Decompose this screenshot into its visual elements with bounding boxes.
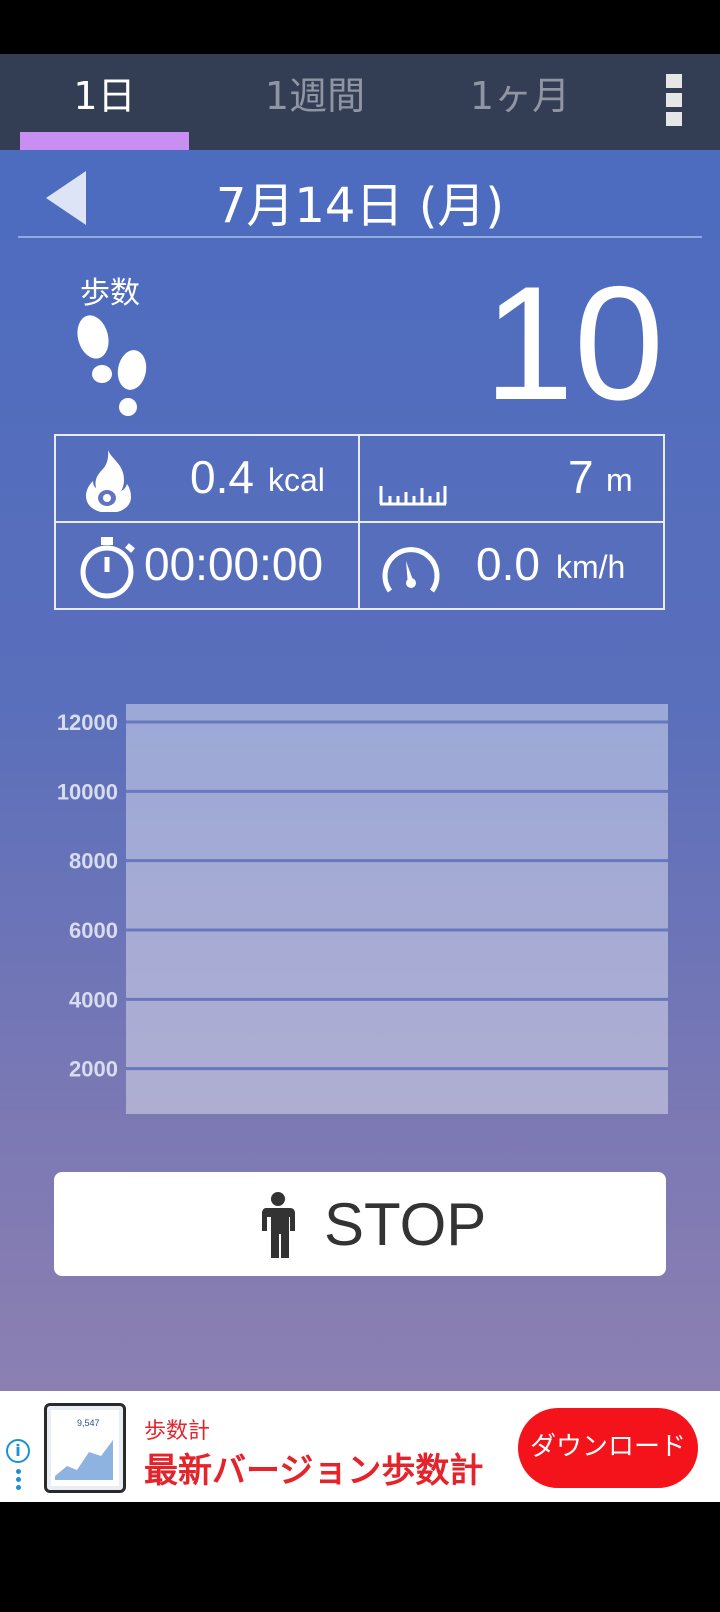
stop-button-label: STOP: [324, 1191, 487, 1258]
calories-value: 0.4: [190, 451, 254, 503]
ad-title: 最新バージョン歩数計: [144, 1451, 484, 1491]
y-tick-label: 6000: [69, 918, 118, 943]
calories-unit: kcal: [268, 462, 325, 498]
ad-app-thumbnail: 9,547: [44, 1403, 126, 1493]
y-tick-label: 8000: [69, 849, 118, 874]
step-count: 10: [483, 253, 664, 434]
ad-info-icon[interactable]: i: [6, 1439, 30, 1463]
overflow-menu-icon[interactable]: [660, 74, 688, 130]
y-tick-label: 4000: [69, 987, 118, 1012]
time-cell: 00:00:00: [56, 523, 360, 610]
tab-month[interactable]: 1ヶ月: [420, 54, 620, 150]
date-header: 7月14日 (月): [0, 154, 720, 244]
speedometer-icon: [382, 547, 440, 593]
chart-plot-area: [126, 704, 668, 1114]
footprints-icon: [77, 315, 147, 416]
distance-value: 7: [568, 451, 594, 503]
elapsed-time: 00:00:00: [144, 538, 324, 590]
flame-icon: [86, 450, 131, 512]
ad-thumbnail-chart: 9,547: [51, 1410, 119, 1486]
hourly-steps-chart: 1200010000800060004000200024681012141618…: [57, 704, 668, 1114]
distance-unit: m: [606, 462, 633, 498]
date-label: 7月14日 (月): [215, 178, 505, 234]
calories-cell: 0.4 kcal: [56, 436, 360, 523]
ad-banner[interactable]: i 9,547 歩数計 最新バージョン歩数計 ダウンロード: [0, 1391, 720, 1502]
y-tick-label: 10000: [57, 779, 118, 804]
speed-value: 0.0: [476, 538, 540, 590]
y-tick-label: 12000: [57, 710, 118, 735]
app-screen: 1日 1週間 1ヶ月 7月14日 (月) 歩数 10 0.4 kcal 7 m …: [0, 54, 720, 1502]
ad-options-icon[interactable]: [16, 1469, 21, 1493]
download-button[interactable]: ダウンロード: [518, 1408, 698, 1488]
tab-bar: 1日 1週間 1ヶ月: [0, 54, 720, 150]
speed-unit: km/h: [556, 549, 626, 585]
person-icon: [262, 1192, 295, 1258]
stopwatch-icon: [80, 537, 135, 599]
divider: [18, 236, 702, 238]
stop-button[interactable]: STOP: [54, 1172, 666, 1276]
steps-label: 歩数: [80, 276, 140, 311]
distance-cell: 7 m: [360, 436, 663, 523]
ad-subtitle: 歩数計: [144, 1419, 211, 1444]
ad-thumb-value: 9,547: [77, 1418, 100, 1428]
stats-grid: 0.4 kcal 7 m 00:00:00 0.0 km/h: [54, 434, 665, 610]
ruler-icon: [379, 486, 447, 506]
tab-week[interactable]: 1週間: [215, 54, 415, 150]
active-tab-indicator: [20, 132, 189, 150]
y-tick-label: 2000: [69, 1057, 118, 1082]
speed-cell: 0.0 km/h: [360, 523, 663, 610]
